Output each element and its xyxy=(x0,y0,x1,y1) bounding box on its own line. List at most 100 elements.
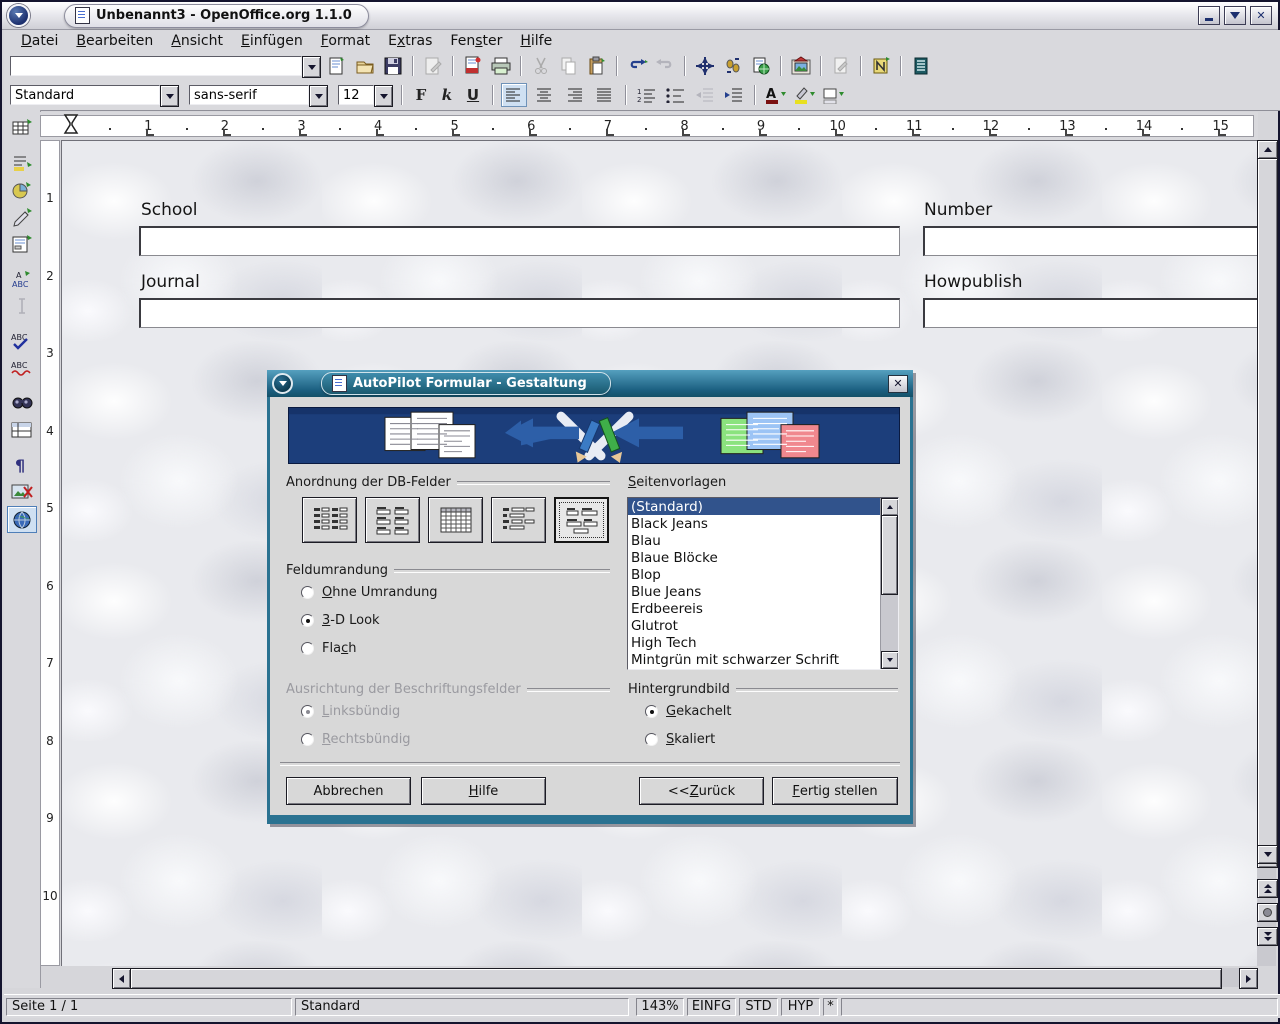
draw-functions-icon[interactable] xyxy=(8,204,36,229)
list-item[interactable]: Black Jeans xyxy=(628,515,881,532)
scroll-down-button[interactable] xyxy=(1257,845,1278,864)
menu-item[interactable]: Einfügen xyxy=(232,31,312,51)
status-zoom[interactable]: 143% xyxy=(636,998,684,1016)
highlight-icon[interactable] xyxy=(792,84,817,107)
justify-icon[interactable] xyxy=(591,83,617,107)
online-layout-icon[interactable] xyxy=(7,506,37,533)
gallery-icon[interactable] xyxy=(788,55,813,78)
horizontal-scroll-thumb[interactable] xyxy=(130,968,1222,989)
nonprinting-chars-icon[interactable]: ¶ xyxy=(8,452,36,477)
insert-table-icon[interactable] xyxy=(8,115,36,140)
navigator-cross-icon[interactable] xyxy=(692,55,717,78)
increase-indent-icon[interactable] xyxy=(721,84,746,107)
size-dropdown-button[interactable] xyxy=(374,85,393,107)
list-item[interactable]: Glutrot xyxy=(628,618,881,635)
save-icon[interactable] xyxy=(380,55,405,78)
status-insert-mode[interactable]: EINFG xyxy=(687,998,736,1016)
list-scroll-up-button[interactable] xyxy=(881,498,899,516)
field-input-journal[interactable] xyxy=(139,298,900,328)
spellcheck-icon[interactable]: ABC xyxy=(8,328,36,353)
export-pdf-icon[interactable] xyxy=(460,55,485,78)
hyperlink-icon[interactable] xyxy=(748,55,773,78)
graphics-toggle-icon[interactable] xyxy=(8,479,36,504)
undo-icon[interactable] xyxy=(624,55,649,78)
list-item[interactable]: High Tech xyxy=(628,635,881,652)
load-url-input[interactable] xyxy=(10,56,302,76)
list-item[interactable]: Blop xyxy=(628,566,881,583)
next-page-button[interactable] xyxy=(1257,927,1278,946)
status-template[interactable]: Standard xyxy=(295,998,629,1016)
vertical-scrollbar[interactable] xyxy=(1257,140,1276,966)
list-item[interactable]: Mintgrün mit schwarzer Schrift xyxy=(628,652,881,669)
form-functions-icon[interactable] xyxy=(8,231,36,256)
numbering-icon[interactable]: 12 xyxy=(634,84,659,107)
size-input[interactable] xyxy=(338,85,374,105)
align-right-icon[interactable] xyxy=(561,83,587,107)
list-item[interactable]: Blau xyxy=(628,532,881,549)
arrangement-blocks-labels-above-button[interactable] xyxy=(554,497,609,543)
underline-icon[interactable]: U xyxy=(462,86,484,104)
status-hyperlink-mode[interactable]: HYP xyxy=(781,998,820,1016)
background-color-icon[interactable] xyxy=(821,84,846,107)
menu-item[interactable]: Extras xyxy=(379,31,441,51)
back-button[interactable]: << Zurück xyxy=(639,777,764,805)
align-center-icon[interactable] xyxy=(531,83,557,107)
minimize-button[interactable] xyxy=(1198,6,1220,25)
autotext-icon[interactable]: AABC xyxy=(8,266,36,291)
list-item[interactable]: Blue Jeans xyxy=(628,583,881,600)
horizontal-scrollbar[interactable] xyxy=(112,968,1258,987)
previous-page-button[interactable] xyxy=(1257,879,1278,898)
stylist-icon[interactable] xyxy=(720,55,745,78)
list-item[interactable]: Blaue Blöcke xyxy=(628,549,881,566)
field-input-school[interactable] xyxy=(139,226,900,256)
help-button[interactable]: Hilfe xyxy=(421,777,546,805)
arrangement-as-datasheet-button[interactable] xyxy=(428,497,483,543)
status-page[interactable]: Seite 1 / 1 xyxy=(6,998,292,1016)
arrangement-rows-labels-left-button[interactable] xyxy=(491,497,546,543)
font-dropdown-button[interactable] xyxy=(309,85,328,107)
bold-icon[interactable]: F xyxy=(410,86,432,104)
menu-item[interactable]: Bearbeiten xyxy=(67,31,162,51)
new-document-icon[interactable] xyxy=(324,55,349,78)
list-item[interactable]: (Standard) xyxy=(628,498,881,515)
scroll-up-button[interactable] xyxy=(1257,140,1278,159)
autospellcheck-icon[interactable]: ABC xyxy=(8,355,36,380)
paste-icon[interactable] xyxy=(584,55,609,78)
style-dropdown-button[interactable] xyxy=(160,85,179,107)
horizontal-ruler[interactable]: 123456789101112131415 xyxy=(40,115,1254,137)
scroll-left-button[interactable] xyxy=(112,968,131,989)
border-radio-3d-look[interactable]: 3-D Look xyxy=(301,613,380,628)
open-icon[interactable] xyxy=(352,55,377,78)
border-radio-no-border[interactable]: Ohne Umrandung xyxy=(301,585,438,600)
tab-stop-selector-icon[interactable] xyxy=(62,113,80,135)
url-dropdown-button[interactable] xyxy=(302,56,321,78)
arrangement-columns-labels-top-button[interactable] xyxy=(365,497,420,543)
border-radio-flat[interactable]: Flach xyxy=(301,641,356,656)
menu-item[interactable]: Hilfe xyxy=(511,31,561,51)
font-input[interactable] xyxy=(189,85,309,105)
menu-item[interactable]: Datei xyxy=(12,31,67,51)
vertical-scroll-thumb[interactable] xyxy=(1257,158,1278,868)
bullets-icon[interactable] xyxy=(663,84,688,107)
insert-section-icon[interactable] xyxy=(8,150,36,175)
arrangement-columns-labels-left-button[interactable] xyxy=(302,497,357,543)
align-left-icon[interactable] xyxy=(501,83,527,107)
list-scroll-thumb[interactable] xyxy=(881,515,898,595)
background-radio-scaled[interactable]: Skaliert xyxy=(645,732,715,747)
font-color-icon[interactable]: A xyxy=(763,84,788,107)
data-sources-toggle-icon[interactable] xyxy=(8,417,36,442)
navigation-button[interactable] xyxy=(1257,903,1278,922)
list-scrollbar[interactable] xyxy=(880,498,898,669)
finish-button[interactable]: Fertig stellen xyxy=(772,777,898,805)
print-icon[interactable] xyxy=(488,55,513,78)
dialog-menu-button[interactable] xyxy=(272,373,293,394)
status-selection-mode[interactable]: STD xyxy=(739,998,778,1016)
vertical-ruler[interactable]: 12345678910 xyxy=(40,140,60,966)
insert-object-icon[interactable] xyxy=(8,177,36,202)
data-sources-icon[interactable] xyxy=(908,55,933,78)
find-replace-icon[interactable] xyxy=(8,390,36,415)
background-radio-tiled[interactable]: Gekachelt xyxy=(645,704,731,719)
navigator-icon[interactable] xyxy=(868,55,893,78)
menu-item[interactable]: Format xyxy=(312,31,379,51)
maximize-button[interactable] xyxy=(1224,6,1246,25)
